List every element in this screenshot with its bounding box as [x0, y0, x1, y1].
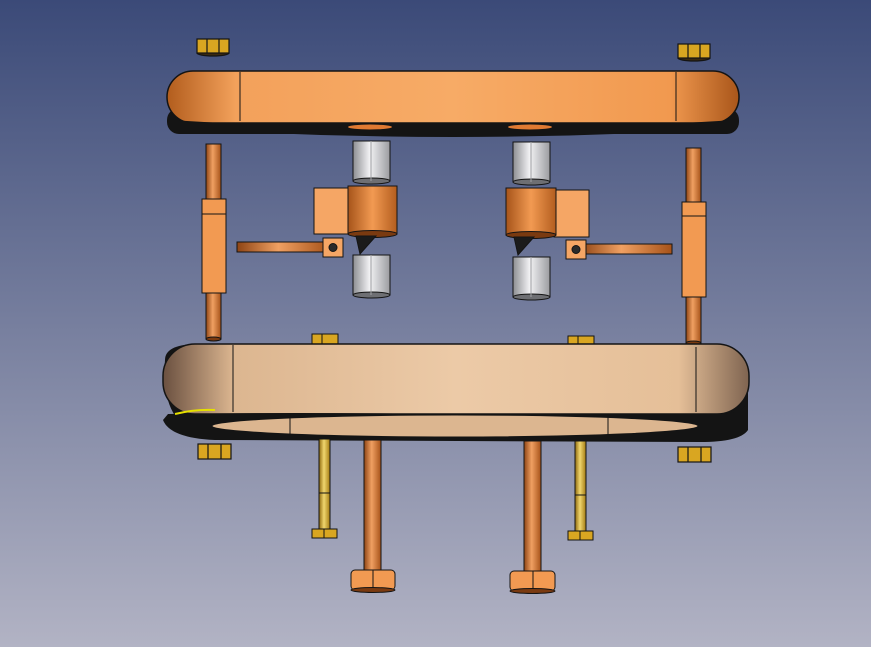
bottom-right-nut[interactable]	[677, 446, 712, 463]
model-scene[interactable]	[0, 0, 871, 647]
right-arm-block[interactable]	[553, 189, 590, 238]
bottom-plate[interactable]	[162, 343, 750, 442]
left-lower-roller[interactable]	[352, 254, 391, 299]
right-lower-roller[interactable]	[512, 256, 551, 301]
bottom-left-nut[interactable]	[197, 443, 232, 460]
right-upper-roller[interactable]	[512, 141, 551, 186]
top-right-nut[interactable]	[677, 43, 711, 62]
top-left-nut[interactable]	[196, 38, 230, 57]
right-hub-cylinder[interactable]	[505, 187, 557, 239]
3d-viewport[interactable]	[0, 0, 871, 647]
left-hub-cylinder[interactable]	[347, 185, 398, 238]
top-plate[interactable]	[166, 70, 740, 137]
left-arm-block[interactable]	[313, 187, 351, 235]
left-upper-roller[interactable]	[352, 140, 391, 185]
